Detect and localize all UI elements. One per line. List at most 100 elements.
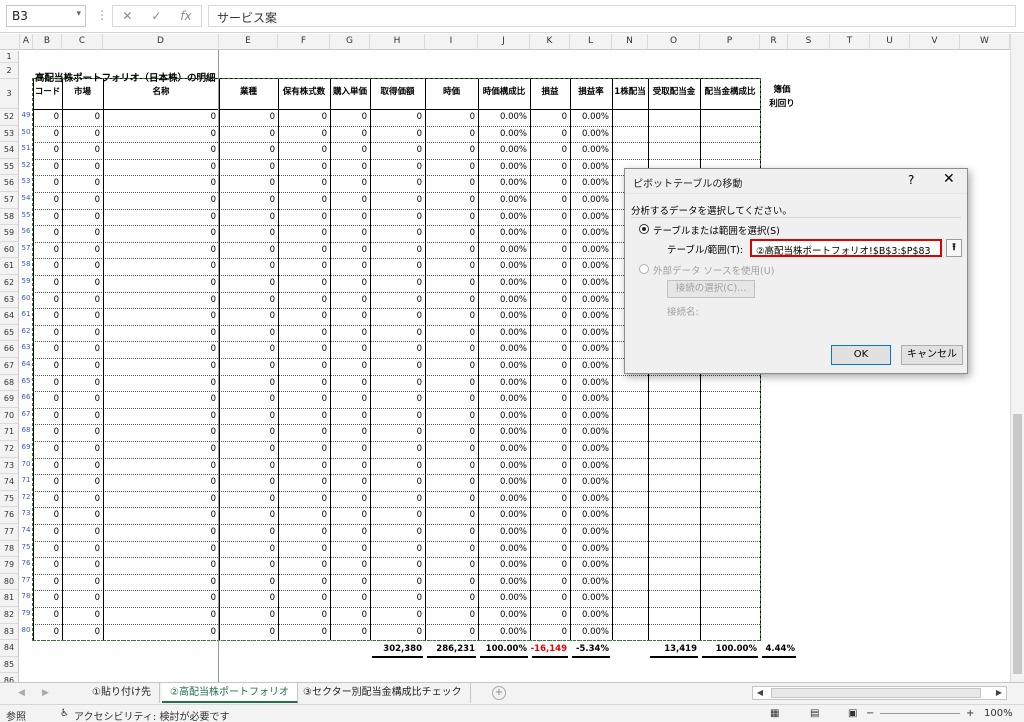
total-cell[interactable]: 302,380	[370, 644, 422, 654]
row-header[interactable]: 68	[0, 374, 19, 392]
row-header[interactable]: 72	[0, 441, 19, 458]
row-header[interactable]: 1	[0, 51, 19, 63]
add-sheet-icon[interactable]: +	[492, 686, 506, 700]
zoom-slider[interactable]	[880, 713, 960, 714]
column-header[interactable]: L	[570, 34, 612, 50]
total-cell[interactable]: 100.00%	[478, 644, 527, 654]
row-header[interactable]: 56	[0, 175, 19, 192]
name-box[interactable]: B3 ▾	[6, 5, 86, 27]
row-header[interactable]: 73	[0, 457, 19, 475]
row-header[interactable]: 64	[0, 308, 19, 325]
tab-prev-icon[interactable]: ◀	[18, 688, 25, 698]
page-layout-icon[interactable]: ▤	[810, 708, 819, 719]
scroll-thumb[interactable]	[1013, 414, 1022, 674]
total-cell[interactable]: 100.00%	[700, 644, 757, 654]
tab-portfolio[interactable]: ②高配当株ポートフォリオ	[162, 683, 298, 703]
cancel-icon[interactable]: ✕	[122, 9, 132, 23]
row-header[interactable]: 83	[0, 623, 19, 641]
row-header[interactable]: 67	[0, 358, 19, 375]
column-header[interactable]: K	[530, 34, 570, 50]
page-break-icon[interactable]: ▣	[848, 708, 857, 719]
row-header[interactable]: 53	[0, 125, 19, 143]
row-header[interactable]: 85	[0, 656, 19, 674]
column-header[interactable]: C	[62, 34, 103, 50]
total-cell[interactable]: 4.44%	[760, 644, 796, 654]
row-header[interactable]: 78	[0, 540, 19, 558]
choose-connection-button[interactable]: 接続の選択(C)...	[667, 280, 755, 298]
row-header[interactable]: 65	[0, 324, 19, 342]
row-header[interactable]: 71	[0, 424, 19, 441]
row-header[interactable]: 84	[0, 640, 19, 657]
row-header[interactable]: 82	[0, 607, 19, 624]
row-header[interactable]: 86	[0, 673, 19, 682]
column-header[interactable]: R	[760, 34, 788, 50]
column-header[interactable]: N	[612, 34, 648, 50]
radio-table-range[interactable]	[639, 224, 649, 234]
help-icon[interactable]: ?	[908, 173, 914, 187]
row-header[interactable]: 62	[0, 275, 19, 292]
column-header[interactable]: A	[20, 34, 33, 50]
column-header[interactable]: U	[870, 34, 910, 50]
row-header[interactable]: 74	[0, 474, 19, 491]
row-header[interactable]: 77	[0, 524, 19, 541]
cancel-button[interactable]: キャンセル	[901, 345, 963, 365]
row-header[interactable]: 55	[0, 158, 19, 176]
scroll-right-icon[interactable]: ▶	[992, 687, 1006, 699]
tab-next-icon[interactable]: ▶	[42, 688, 49, 698]
column-header[interactable]: F	[278, 34, 330, 50]
row-header[interactable]: 57	[0, 192, 19, 209]
row-header[interactable]: 61	[0, 258, 19, 275]
column-header[interactable]: E	[219, 34, 278, 50]
select-all-corner[interactable]	[0, 34, 20, 50]
row-header[interactable]: 66	[0, 341, 19, 358]
row-header[interactable]: 69	[0, 391, 19, 408]
zoom-level[interactable]: 100%	[984, 708, 1013, 719]
total-cell[interactable]: -16,149	[530, 644, 567, 654]
zoom-in-icon[interactable]: +	[966, 708, 974, 719]
tab-paste-target[interactable]: ①貼り付け先	[84, 683, 160, 703]
column-header[interactable]: H	[370, 34, 425, 50]
formula-input[interactable]: サービス案	[208, 5, 1016, 27]
column-header[interactable]: V	[910, 34, 960, 50]
tab-sector-check[interactable]: ③セクター別配当金構成比チェック	[295, 683, 471, 703]
column-header[interactable]: J	[478, 34, 530, 50]
more-icon[interactable]: ⋮	[96, 8, 108, 22]
row-header[interactable]: 75	[0, 490, 19, 508]
accessibility-status[interactable]: アクセシビリティ: 検討が必要です	[74, 708, 229, 722]
row-header[interactable]: 54	[0, 142, 19, 159]
row-header[interactable]: 76	[0, 507, 19, 524]
function-icon[interactable]: fx	[180, 9, 191, 23]
column-header[interactable]: I	[425, 34, 478, 50]
chevron-down-icon[interactable]: ▾	[76, 9, 81, 19]
total-cell[interactable]: 13,419	[648, 644, 697, 654]
horizontal-scrollbar[interactable]: ◀ ▶	[752, 686, 1007, 700]
normal-view-icon[interactable]: ▦	[770, 708, 779, 719]
row-header[interactable]: 79	[0, 557, 19, 574]
check-icon[interactable]: ✓	[151, 9, 161, 23]
range-input[interactable]: ②高配当株ポートフォリオ!$B$3:$P$83	[750, 239, 942, 257]
column-header[interactable]: B	[33, 34, 62, 50]
total-cell[interactable]: 286,231	[425, 644, 475, 654]
column-header[interactable]: O	[648, 34, 700, 50]
row-header[interactable]: 63	[0, 291, 19, 309]
row-header[interactable]: 81	[0, 590, 19, 607]
row-header[interactable]: 52	[0, 109, 19, 126]
column-header[interactable]: S	[788, 34, 830, 50]
row-header[interactable]: 3	[0, 79, 19, 109]
row-header[interactable]: 58	[0, 208, 19, 226]
row-header[interactable]: 59	[0, 225, 19, 242]
ok-button[interactable]: OK	[831, 345, 891, 365]
vertical-scrollbar[interactable]	[1010, 34, 1024, 682]
column-header[interactable]: D	[103, 34, 219, 50]
column-header[interactable]: P	[700, 34, 760, 50]
total-cell[interactable]: -5.34%	[570, 644, 609, 654]
column-header[interactable]: W	[960, 34, 1010, 50]
collapse-dialog-icon[interactable]: ⭱	[946, 239, 962, 257]
zoom-out-icon[interactable]: −	[866, 708, 874, 719]
scroll-left-icon[interactable]: ◀	[753, 687, 767, 699]
row-header[interactable]: 80	[0, 573, 19, 591]
radio-external-source[interactable]	[639, 264, 649, 274]
close-icon[interactable]: ✕	[943, 171, 955, 187]
row-header[interactable]: 70	[0, 407, 19, 425]
column-header[interactable]: G	[330, 34, 370, 50]
